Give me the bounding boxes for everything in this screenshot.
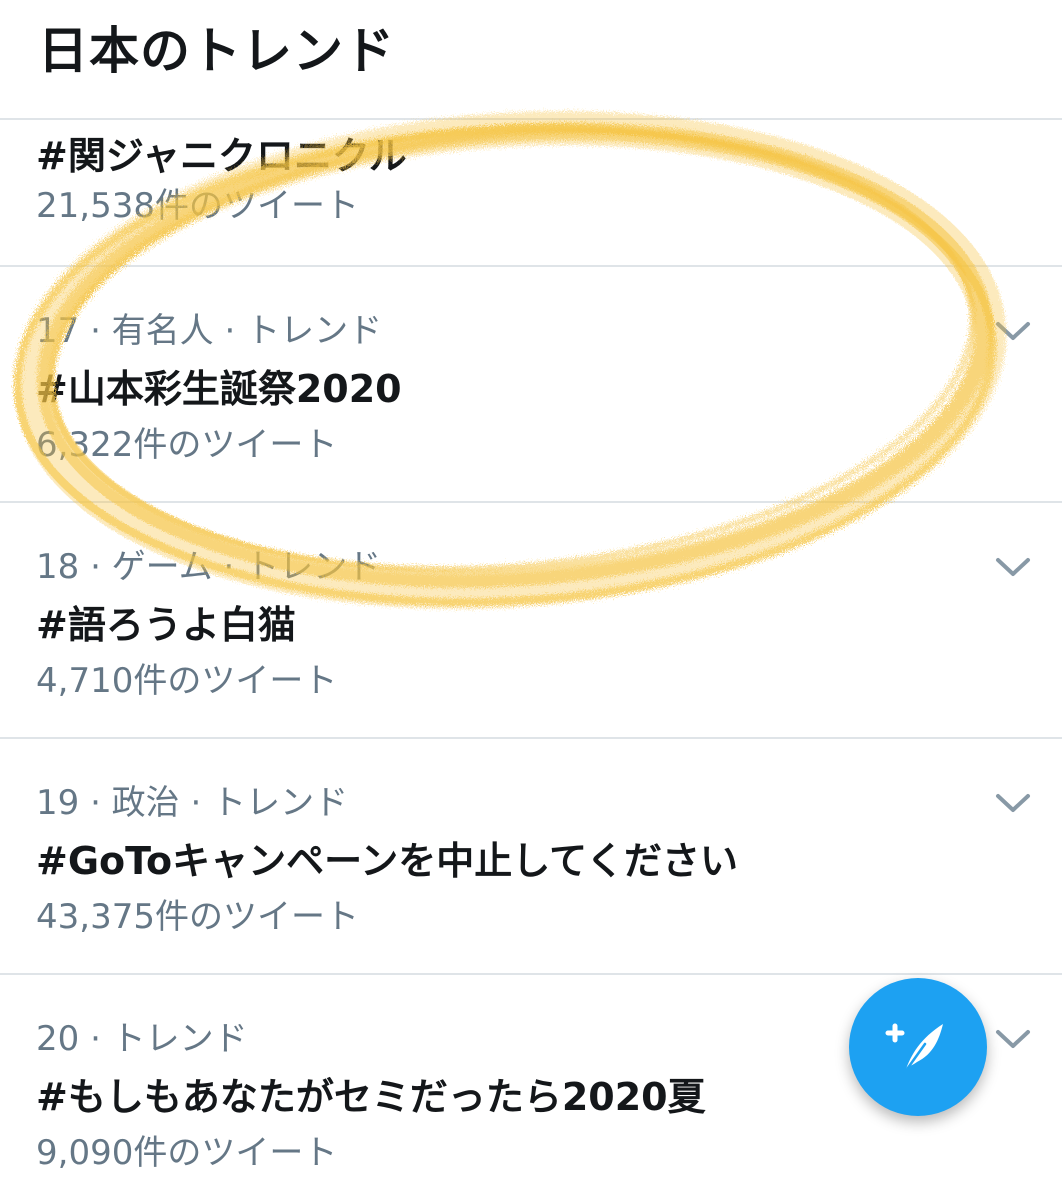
trend-name: #語ろうよ白猫 <box>36 603 296 647</box>
trend-meta: 17 · 有名人 · トレンド <box>36 311 383 351</box>
compose-tweet-icon <box>885 1023 943 1074</box>
chevron-down-icon[interactable] <box>994 1027 1032 1051</box>
trend-tweet-count: 9,090件のツイート <box>36 1133 338 1173</box>
trend-name: #関ジャニクロニクル <box>36 134 407 178</box>
trend-tweet-count: 4,710件のツイート <box>36 661 338 701</box>
trend-meta: 20 · トレンド <box>36 1019 248 1059</box>
trend-name: #もしもあなたがセミだったら2020夏 <box>36 1075 706 1119</box>
trend-item[interactable]: 18 · ゲーム · トレンド #語ろうよ白猫 4,710件のツイート <box>0 501 1062 737</box>
compose-tweet-button[interactable] <box>849 978 987 1116</box>
trend-name: #GoToキャンペーンを中止してください <box>36 839 738 883</box>
header: 日本のトレンド <box>0 0 1062 118</box>
trend-tweet-count: 21,538件のツイート <box>36 186 359 226</box>
trend-item[interactable]: 19 · 政治 · トレンド #GoToキャンペーンを中止してください 43,3… <box>0 737 1062 973</box>
chevron-down-icon[interactable] <box>994 791 1032 815</box>
trend-tweet-count: 6,322件のツイート <box>36 425 338 465</box>
trend-meta: 19 · 政治 · トレンド <box>36 783 349 823</box>
trends-screen: 日本のトレンド #関ジャニクロニクル 21,538件のツイート 17 · 有名人… <box>0 0 1062 1200</box>
page-title: 日本のトレンド <box>38 22 395 80</box>
chevron-down-icon[interactable] <box>994 555 1032 579</box>
trend-tweet-count: 43,375件のツイート <box>36 897 359 937</box>
chevron-down-icon[interactable] <box>994 319 1032 343</box>
trend-name: #山本彩生誕祭2020 <box>36 367 402 411</box>
trend-meta: 18 · ゲーム · トレンド <box>36 547 382 587</box>
trend-item[interactable]: #関ジャニクロニクル 21,538件のツイート <box>0 118 1062 265</box>
trend-item[interactable]: 17 · 有名人 · トレンド #山本彩生誕祭2020 6,322件のツイート <box>0 265 1062 501</box>
